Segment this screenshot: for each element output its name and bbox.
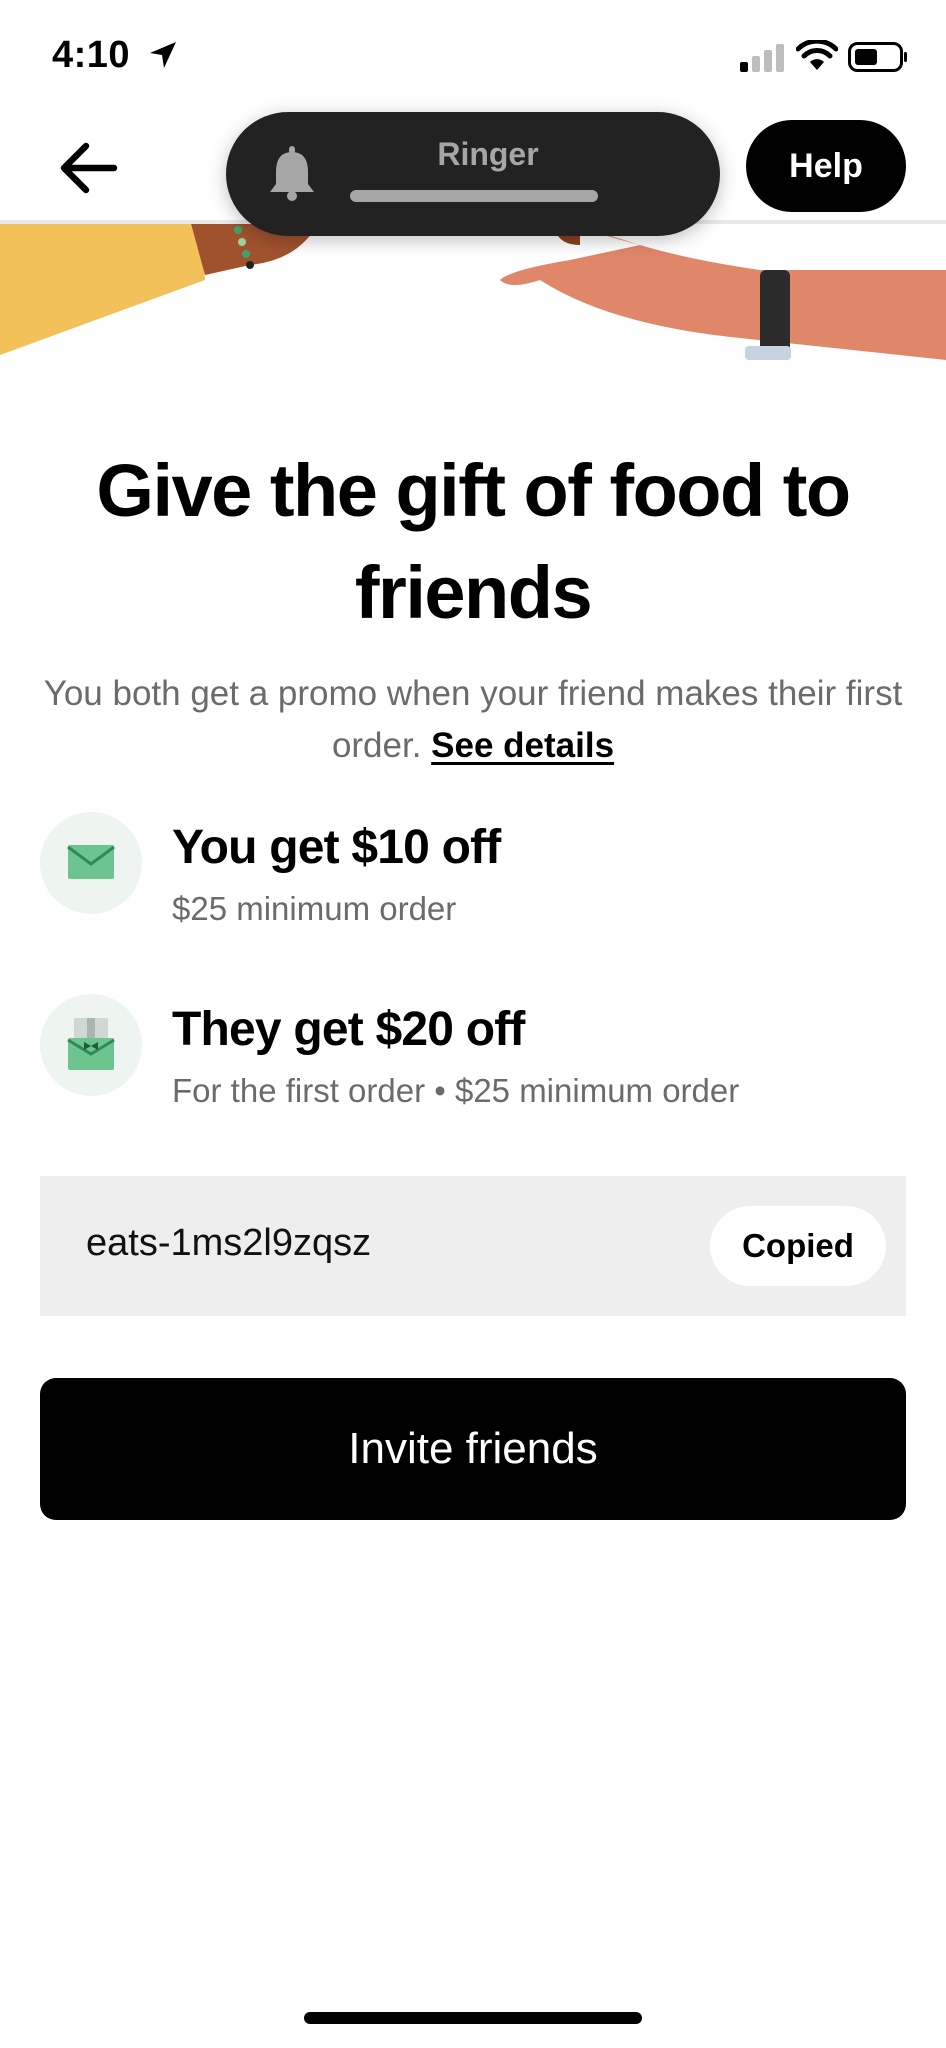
page-subtitle: You both get a promo when your friend ma… [40, 668, 906, 772]
copy-code-button[interactable]: Copied [710, 1206, 886, 1286]
help-button[interactable]: Help [746, 120, 906, 212]
location-arrow-icon [150, 42, 176, 68]
envelope-icon [40, 812, 142, 914]
back-arrow-icon[interactable] [52, 128, 132, 208]
perk-row-you: You get $10 off $25 minimum order [40, 812, 906, 927]
perk-row-they: They get $20 off For the first order • $… [40, 994, 906, 1109]
cellular-signal-icon [740, 44, 784, 72]
wifi-icon [796, 40, 838, 70]
gift-envelope-icon [40, 994, 142, 1096]
ringer-notification: Ringer [226, 112, 720, 236]
status-bar: 4:10 [0, 0, 946, 110]
perk-title: You get $10 off [172, 821, 501, 874]
perk-description: For the first order • $25 minimum order [172, 1072, 740, 1109]
page-title: Give the gift of food to friends [96, 449, 851, 634]
perk-title: They get $20 off [172, 1003, 525, 1056]
home-indicator[interactable] [304, 2012, 642, 2024]
battery-icon [848, 42, 907, 72]
promo-code-box: eats-1ms2l9zqsz Copied [40, 1176, 906, 1316]
status-time: 4:10 [52, 34, 131, 76]
promo-code: eats-1ms2l9zqsz [86, 1222, 372, 1264]
ringer-label: Ringer [437, 136, 539, 172]
see-details-link[interactable]: See details [431, 726, 614, 765]
invite-friends-button[interactable]: Invite friends [40, 1378, 906, 1520]
perk-description: $25 minimum order [172, 890, 457, 927]
ringer-volume-bar [350, 190, 598, 202]
